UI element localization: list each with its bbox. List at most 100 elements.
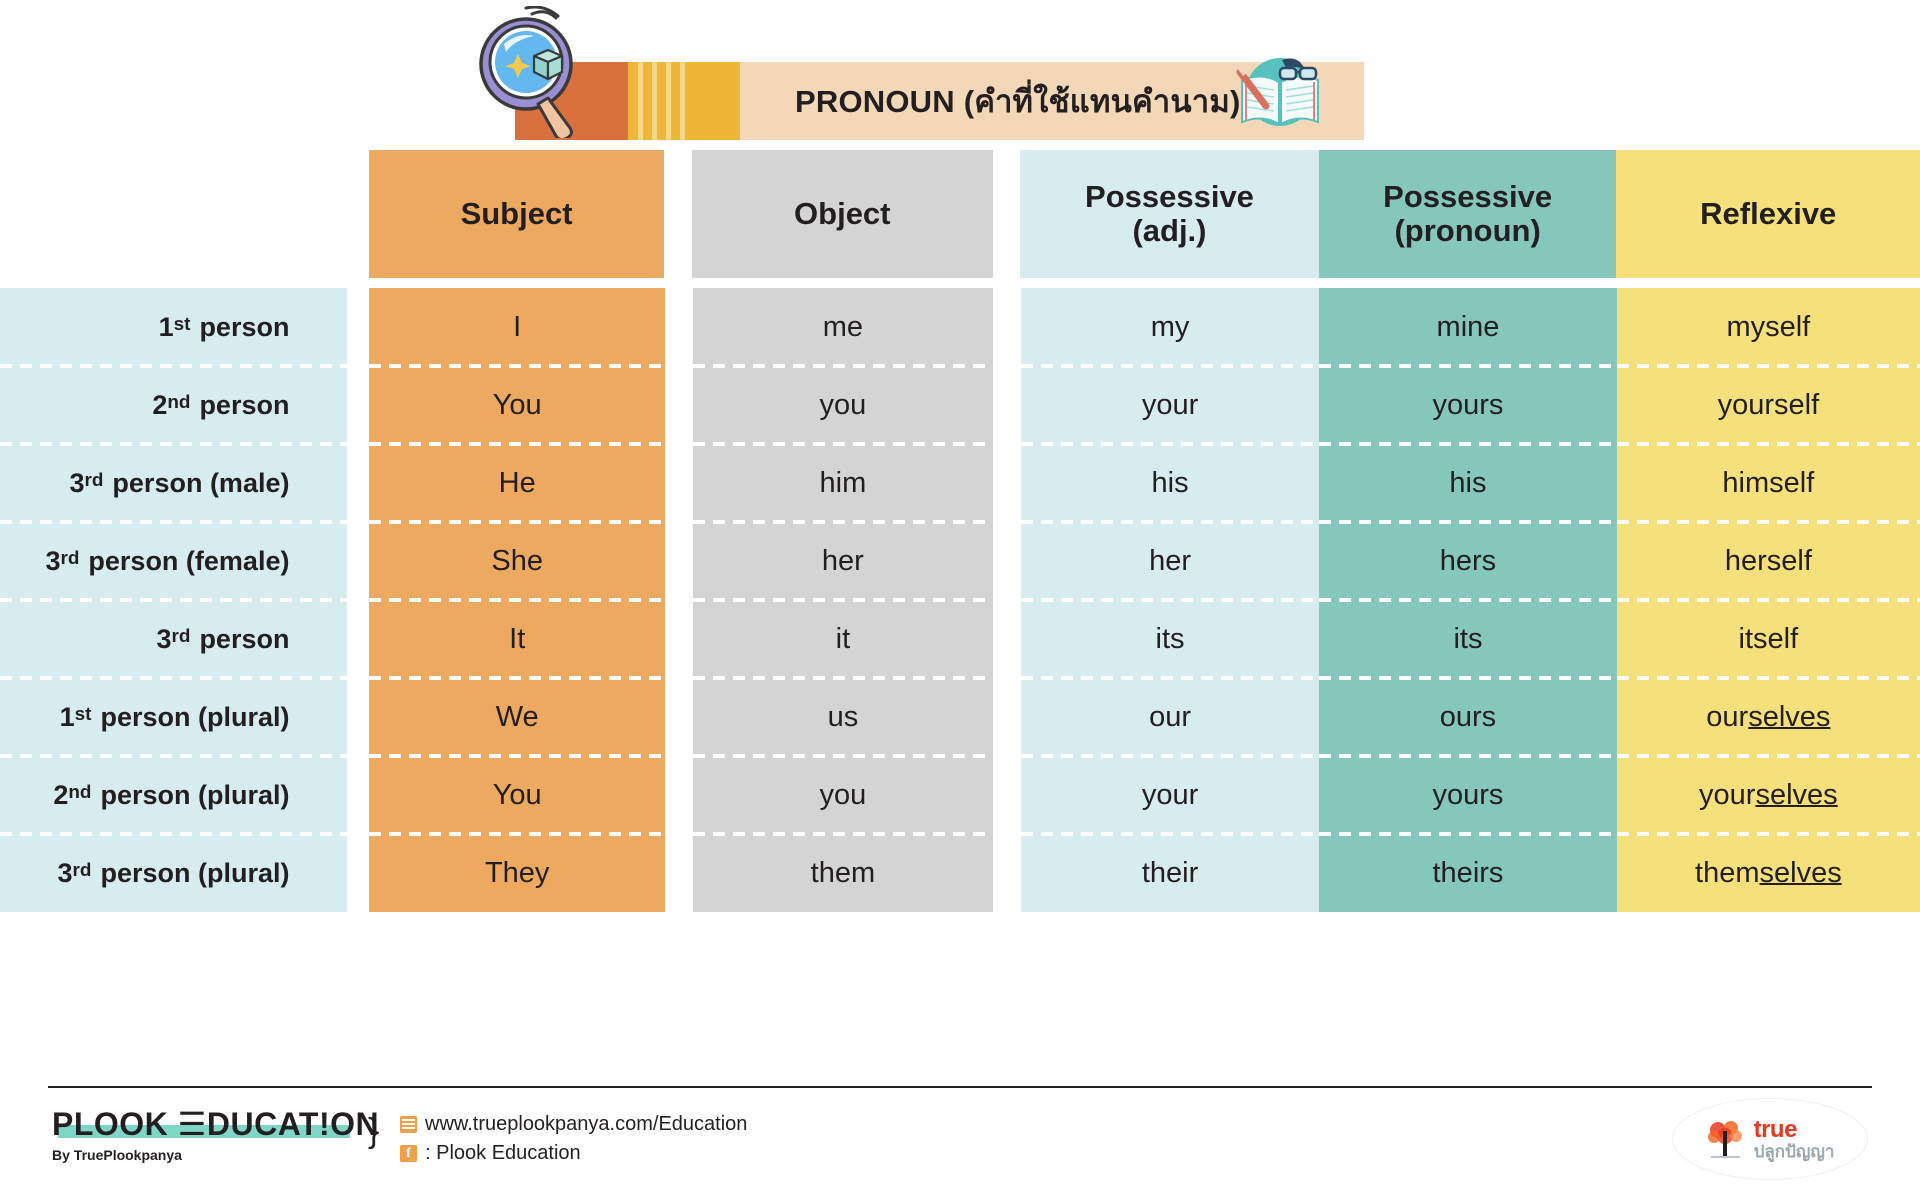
column-gap bbox=[664, 522, 693, 600]
tree-icon bbox=[1707, 1121, 1742, 1158]
row-divider bbox=[1020, 676, 1320, 680]
cell-subject-text: We bbox=[495, 700, 539, 733]
cell-reflexive: itself bbox=[1616, 598, 1920, 678]
cell-possessive-adj: your bbox=[1020, 754, 1320, 834]
page-title: PRONOUN (คำที่ใช้แทนคำนาม) bbox=[795, 76, 1240, 126]
column-gap bbox=[992, 150, 1021, 278]
cell-object-text: it bbox=[835, 622, 851, 655]
table-row: 2nd person (plural) You you your yours yoursel… bbox=[0, 754, 1920, 834]
cell-subject-text: They bbox=[484, 856, 550, 889]
cell-object-text: me bbox=[822, 310, 864, 343]
row-divider bbox=[1616, 442, 1920, 446]
open-book-with-glasses-icon bbox=[1236, 58, 1319, 126]
cell-possessive-pronoun: his bbox=[1319, 442, 1617, 522]
row-label-text: 3rd person (plural) bbox=[57, 857, 290, 888]
row-divider bbox=[692, 520, 994, 524]
column-gap bbox=[993, 366, 1021, 444]
row-divider bbox=[692, 364, 994, 368]
cell-reflexive: myself bbox=[1616, 288, 1920, 366]
header: PRONOUN (คำที่ใช้แทนคำนาม) bbox=[0, 0, 1920, 150]
row-divider bbox=[369, 754, 665, 758]
row-label-text: 1st person bbox=[158, 311, 290, 342]
cell-possessive-pronoun-text: ours bbox=[1439, 700, 1497, 733]
cell-possessive-pronoun: yours bbox=[1319, 754, 1617, 834]
cell-possessive-pronoun: mine bbox=[1319, 288, 1617, 366]
row-divider bbox=[1616, 832, 1920, 836]
column-header-object-label: Object bbox=[794, 195, 891, 231]
cell-possessive-pronoun: theirs bbox=[1319, 832, 1617, 912]
row-divider bbox=[1616, 598, 1920, 602]
column-header-subject: Subject bbox=[368, 150, 665, 278]
cell-possessive-pronoun-text: yours bbox=[1432, 388, 1504, 421]
cell-reflexive-text: yourself bbox=[1717, 388, 1820, 421]
cell-object-text: us bbox=[827, 700, 859, 733]
cell-possessive-pronoun-text: his bbox=[1449, 466, 1487, 499]
table-row: 3rd person (male) He him his his himself bbox=[0, 442, 1920, 522]
footer-facebook-text[interactable]: : Plook Education bbox=[425, 1139, 581, 1168]
row-divider bbox=[692, 754, 994, 758]
cell-possessive-pronoun-text: hers bbox=[1439, 544, 1497, 577]
column-gap bbox=[664, 150, 692, 278]
cell-object: him bbox=[692, 442, 994, 522]
row-label-3: 3rd person (male) bbox=[0, 442, 348, 522]
table-row: 3rd person (plural) They them their theirs the… bbox=[0, 832, 1920, 912]
cell-possessive-adj-text: your bbox=[1141, 388, 1199, 421]
row-label-text: 3rd person (female) bbox=[45, 545, 290, 576]
column-header-possessive-adj: Possessive (adj.) bbox=[1020, 150, 1319, 278]
row-divider bbox=[692, 442, 994, 446]
footer: PLOOK ☰DUCAT!ON By TruePlookpanya } www.… bbox=[0, 1070, 1920, 1200]
footer-divider bbox=[48, 1086, 1872, 1088]
column-gap bbox=[993, 678, 1021, 756]
row-label-text: 3rd person (male) bbox=[69, 467, 290, 498]
column-header-possessive-adj-line1: Possessive bbox=[1085, 178, 1254, 214]
pronoun-table: Subject Object Possessive (adj.) Possess… bbox=[0, 150, 1920, 912]
row-divider bbox=[692, 598, 994, 602]
table-row: 3rd person It it its its itself bbox=[0, 598, 1920, 678]
cell-reflexive: ourselves bbox=[1616, 676, 1920, 756]
cell-subject: He bbox=[369, 442, 665, 522]
footer-website-text[interactable]: www.trueplookpanya.com/Education bbox=[425, 1110, 747, 1139]
row-divider bbox=[1616, 754, 1920, 758]
row-divider bbox=[1616, 520, 1920, 524]
cell-possessive-pronoun-text: mine bbox=[1436, 310, 1500, 343]
cell-possessive-adj-text: her bbox=[1149, 544, 1191, 577]
column-header-possessive-pronoun-line2: (pronoun) bbox=[1394, 213, 1541, 248]
row-divider bbox=[369, 676, 665, 680]
true-logo-text: true ปลูกปัญญา bbox=[1754, 1117, 1835, 1160]
row-label-4: 3rd person (female) bbox=[0, 520, 348, 600]
column-gap bbox=[664, 600, 693, 678]
column-gap bbox=[664, 444, 693, 522]
row-divider bbox=[1020, 598, 1320, 602]
row-divider bbox=[1020, 442, 1320, 446]
row-divider bbox=[1319, 442, 1617, 446]
row-divider bbox=[1319, 598, 1617, 602]
table-header-row: Subject Object Possessive (adj.) Possess… bbox=[0, 150, 1920, 278]
row-divider bbox=[1616, 364, 1920, 368]
cell-possessive-adj-text: their bbox=[1141, 856, 1199, 889]
cell-object-text: them bbox=[810, 856, 876, 889]
cell-possessive-pronoun: its bbox=[1319, 598, 1617, 678]
cell-reflexive: yourselves bbox=[1616, 754, 1920, 834]
cell-subject-text: You bbox=[492, 778, 542, 811]
row-divider bbox=[692, 676, 994, 680]
cell-possessive-pronoun-text: theirs bbox=[1432, 856, 1504, 889]
cell-object: us bbox=[692, 676, 994, 756]
row-divider bbox=[0, 598, 348, 602]
pronoun-infographic: PRONOUN (คำที่ใช้แทนคำนาม) Subject Objec… bbox=[0, 0, 1920, 1200]
column-header-possessive-pronoun-line1: Possessive bbox=[1383, 178, 1553, 214]
row-label-2: 2nd person bbox=[0, 364, 348, 444]
column-gap bbox=[993, 444, 1021, 522]
cell-possessive-adj: our bbox=[1020, 676, 1320, 756]
cell-object-text: her bbox=[821, 544, 864, 577]
cell-possessive-adj-text: your bbox=[1141, 778, 1199, 811]
table-row: 3rd person (female) She her her hers herself bbox=[0, 520, 1920, 600]
cell-subject-text: It bbox=[509, 622, 526, 655]
cell-reflexive: yourself bbox=[1616, 364, 1920, 444]
cell-object-text: you bbox=[819, 388, 867, 421]
title-english: PRONOUN bbox=[795, 84, 955, 119]
cell-subject-text: I bbox=[513, 310, 522, 343]
row-divider bbox=[0, 442, 348, 446]
cell-object-text: him bbox=[819, 466, 867, 499]
cell-possessive-pronoun-text: yours bbox=[1432, 778, 1504, 811]
column-header-reflexive: Reflexive bbox=[1616, 150, 1920, 278]
